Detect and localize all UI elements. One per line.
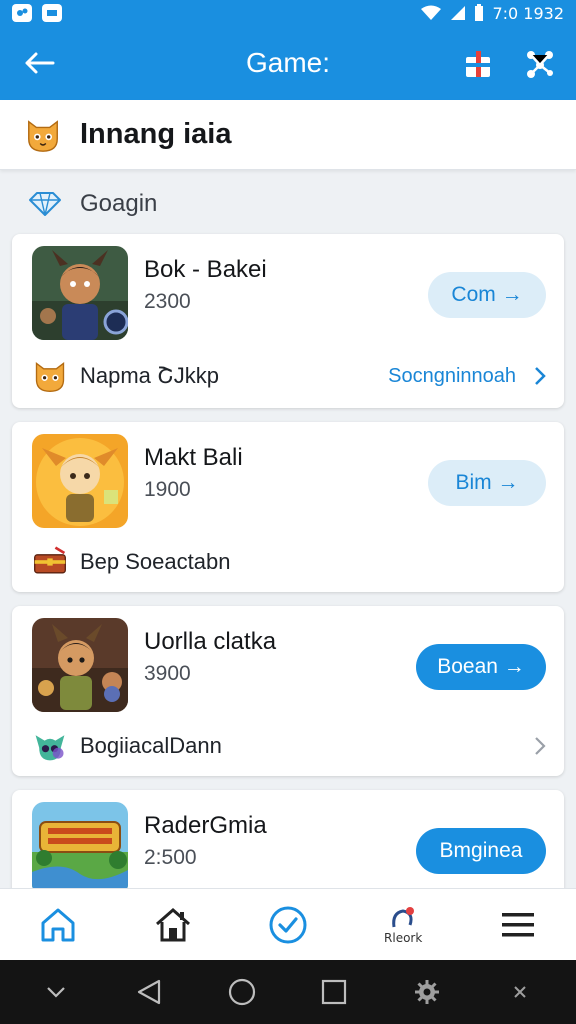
signal-icon [451,6,466,20]
game-subrow-link[interactable]: Socngninnoah [388,365,546,388]
close-icon[interactable] [500,972,540,1012]
status-time: 7:0 1932 [492,3,564,23]
game-score: 3900 [144,662,191,685]
game-play-button[interactable]: Com → [428,272,546,318]
status-bar: 7:0 1932 [0,0,576,26]
game-subrow-label: Bep Soeactabn [80,549,231,574]
gift-box-icon[interactable] [458,43,498,83]
cat-face-icon [35,362,65,392]
game-card[interactable]: Makt Bali 1900 Bim → Bep Soeactabn [12,422,564,592]
game-card[interactable]: RaderGmia 2:500 Bmginea [12,790,564,900]
app-bar: Game: [0,26,576,100]
game-score: 2300 [144,290,191,313]
game-subrow-link-text: Socngninnoah [388,364,516,387]
system-navigation [0,960,576,1024]
chevron-right-icon[interactable] [534,736,546,756]
nav-notification-label: Rleork [384,930,423,945]
subsection-title: Goagin [80,190,158,217]
nav-check[interactable] [258,895,318,955]
game-play-button[interactable]: Bim → [428,460,546,506]
nav-notification[interactable]: Rleork [373,895,433,955]
notification-icon [392,906,415,927]
home-circle-icon[interactable] [222,972,262,1012]
settings-gear-icon[interactable] [407,972,447,1012]
game-play-button[interactable]: Boean → [416,644,546,690]
subsection-header: Goagin [28,186,157,222]
alien-head-icon [35,735,65,761]
section-title: Innang iaia [80,118,232,150]
back-triangle-icon[interactable] [129,972,169,1012]
section-header: Innang iaia [0,100,576,170]
chevron-right-icon [535,367,546,385]
nav-house[interactable] [143,895,203,955]
nav-home[interactable] [28,895,88,955]
chevron-down-icon[interactable] [36,972,76,1012]
nav-menu[interactable] [488,895,548,955]
game-name: RaderGmia [144,812,267,839]
game-play-button[interactable]: Bmginea [416,828,546,874]
game-thumbnail [32,802,128,896]
cat-face-icon [28,119,58,152]
game-subrow[interactable]: Bep Soeactabn [32,544,546,580]
game-thumbnail [32,434,128,528]
diamond-icon [29,192,61,216]
share-icon[interactable] [520,43,560,83]
house-icon [155,907,190,941]
message-icon [42,4,62,22]
game-name: Uorlla clatka [144,628,277,655]
recents-square-icon[interactable] [314,972,354,1012]
game-name: Makt Bali [144,444,243,471]
game-subrow[interactable]: BogiiacalDann [32,728,546,764]
wifi-icon [421,5,442,20]
game-subrow[interactable]: Napma ՇJkkp Socngninnoah [32,358,546,394]
game-score: 1900 [144,478,191,501]
game-card[interactable]: Uorlla clatka 3900 Boean → BogiiacalDann [12,606,564,776]
home-outline-icon [41,908,75,941]
battery-icon [475,4,484,21]
menu-icon [502,912,535,936]
game-subrow-label: Napma ՇJkkp [80,363,219,388]
check-circle-icon [269,906,307,943]
back-arrow-icon[interactable] [16,40,62,86]
bottom-navigation: Rleork [0,888,576,960]
app-icon [12,4,32,22]
game-name: Bok - Bakei [144,256,267,283]
game-subrow-label: BogiiacalDann [80,733,222,758]
treasure-chest-icon [34,546,66,574]
game-score: 2:500 [144,846,197,869]
game-thumbnail [32,246,128,340]
game-thumbnail [32,618,128,712]
game-card[interactable]: Bok - Bakei 2300 Com → Napma ՇJkkp Socng… [12,234,564,408]
